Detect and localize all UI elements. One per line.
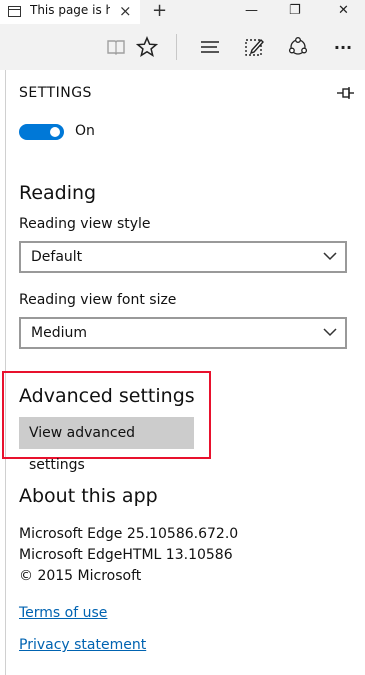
edge-version-text: Microsoft Edge 25.10586.672.0 (19, 526, 239, 542)
reading-view-font-size-label: Reading view font size (19, 292, 177, 308)
share-icon[interactable] (285, 34, 311, 60)
edgehtml-version-text: Microsoft EdgeHTML 13.10586 (19, 547, 233, 563)
reading-heading: Reading (19, 182, 97, 204)
terms-of-use-link[interactable]: Terms of use (19, 605, 107, 621)
tab-title: This page is h (30, 3, 110, 17)
settings-title: SETTINGS (19, 85, 92, 101)
privacy-statement-link[interactable]: Privacy statement (19, 637, 146, 653)
more-actions-button[interactable]: ··· (330, 34, 356, 60)
view-advanced-settings-button[interactable]: View advanced settings (19, 417, 194, 473)
reading-view-font-size-value: Medium (31, 325, 87, 341)
reading-view-style-value: Default (31, 249, 83, 265)
web-note-icon[interactable] (241, 34, 267, 60)
copyright-text: © 2015 Microsoft (19, 568, 142, 584)
title-bar: This page is h × + — ❐ ✕ (0, 0, 365, 24)
toolbar: ··· (0, 24, 365, 70)
toolbar-separator (176, 34, 177, 60)
reading-view-icon[interactable] (103, 34, 129, 60)
window-close-button[interactable]: ✕ (338, 2, 349, 20)
pin-icon[interactable] (336, 84, 356, 102)
tab-close-button[interactable]: × (119, 2, 132, 20)
favorites-star-icon[interactable] (134, 34, 160, 60)
settings-toggle-switch[interactable] (19, 124, 64, 140)
toggle-state-label: On (75, 123, 95, 139)
browser-tab[interactable]: This page is h × (0, 0, 140, 24)
chevron-down-icon (323, 328, 337, 337)
page-icon (8, 6, 21, 17)
hub-icon[interactable] (197, 34, 223, 60)
restore-button[interactable]: ❐ (289, 2, 301, 20)
settings-pane: SETTINGS On Reading Reading view style D… (2, 70, 365, 675)
reading-view-style-select[interactable]: Default (19, 241, 347, 273)
chevron-down-icon (323, 252, 337, 261)
about-heading: About this app (19, 485, 158, 507)
reading-view-style-label: Reading view style (19, 216, 151, 232)
reading-view-font-size-select[interactable]: Medium (19, 317, 347, 349)
advanced-settings-heading: Advanced settings (19, 385, 195, 407)
new-tab-button[interactable]: + (152, 0, 167, 22)
minimize-button[interactable]: — (245, 2, 258, 20)
